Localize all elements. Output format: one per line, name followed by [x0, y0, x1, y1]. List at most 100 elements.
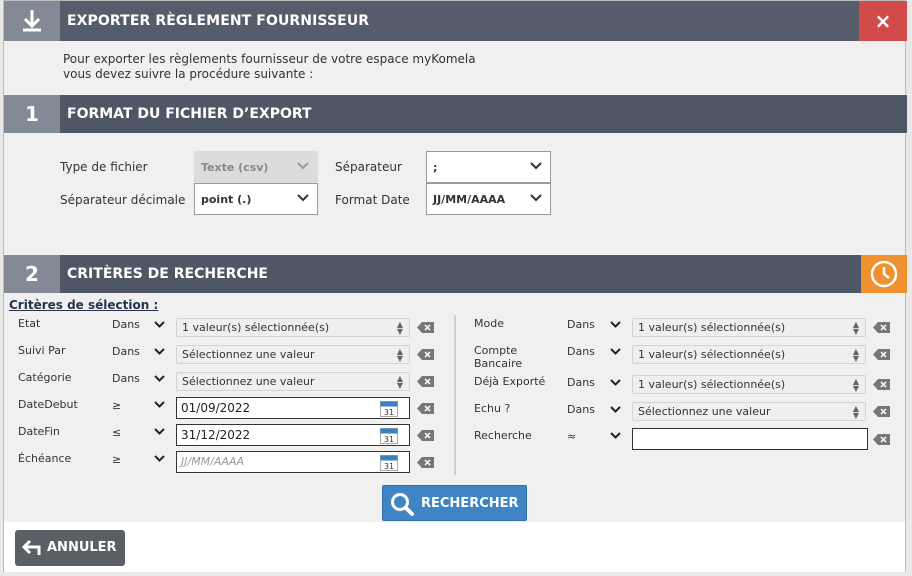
clear-icon[interactable]: [873, 322, 890, 333]
etat-operator[interactable]: Dans: [112, 318, 140, 331]
sort-arrows-icon: ▲ ▼: [396, 320, 403, 336]
sort-arrows-icon: ▲ ▼: [852, 320, 859, 336]
etat-value: 1 valeur(s) sélectionnée(s): [182, 321, 330, 334]
categorie-multiselect[interactable]: Sélectionnez une valeur ▲ ▼: [176, 372, 410, 391]
clear-icon[interactable]: [417, 457, 434, 468]
sort-arrows-icon: ▲ ▼: [396, 347, 403, 363]
file-type-select: Texte (csv): [194, 151, 318, 183]
date-fin-value: 31/12/2022: [181, 428, 251, 442]
sort-arrows-icon: ▲ ▼: [852, 347, 859, 363]
column-divider: [454, 315, 456, 475]
categorie-label: Catégorie: [18, 371, 72, 384]
compte-bancaire-operator[interactable]: Dans: [567, 345, 595, 358]
calendar-day: 31: [384, 435, 394, 444]
criteria-title: Critères de sélection :: [9, 298, 159, 312]
chevron-down-icon: [297, 194, 309, 202]
clear-icon[interactable]: [417, 349, 434, 360]
date-format-label: Format Date: [335, 193, 410, 207]
clear-icon[interactable]: [873, 349, 890, 360]
deja-exporte-operator[interactable]: Dans: [567, 376, 595, 389]
date-debut-value: 01/09/2022: [181, 401, 251, 415]
etat-label: Etat: [18, 317, 41, 330]
compte-bancaire-multiselect[interactable]: 1 valeur(s) sélectionnée(s) ▲ ▼: [632, 345, 866, 364]
mode-value: 1 valeur(s) sélectionnée(s): [638, 321, 786, 334]
date-fin-label: DateFin: [18, 425, 60, 438]
clear-icon[interactable]: [417, 430, 434, 441]
chevron-down-icon[interactable]: [610, 348, 621, 355]
deja-exporte-label: Déjà Exporté: [474, 375, 546, 388]
compte-bancaire-label-line1: Compte: [474, 344, 518, 357]
clear-icon[interactable]: [417, 322, 434, 333]
file-type-value: Texte (csv): [201, 161, 269, 174]
categorie-operator[interactable]: Dans: [112, 372, 140, 385]
deja-exporte-multiselect[interactable]: 1 valeur(s) sélectionnée(s) ▲ ▼: [632, 375, 866, 394]
dialog-title: EXPORTER RÈGLEMENT FOURNISSEUR: [67, 13, 370, 29]
etat-multiselect[interactable]: 1 valeur(s) sélectionnée(s) ▲ ▼: [176, 318, 410, 337]
close-icon: ×: [874, 9, 892, 33]
echu-multiselect[interactable]: Sélectionnez une valeur ▲ ▼: [632, 402, 866, 421]
search-button[interactable]: RECHERCHER: [382, 485, 527, 521]
download-icon: [4, 1, 60, 41]
clear-icon[interactable]: [873, 379, 890, 390]
search-icon: [391, 493, 414, 516]
recherche-input[interactable]: [632, 428, 868, 450]
suivi-par-value: Sélectionnez une valeur: [182, 348, 315, 361]
cancel-button-label: ANNULER: [47, 540, 117, 555]
back-arrow-icon: [22, 540, 41, 555]
clock-icon: [870, 260, 898, 288]
echu-operator[interactable]: Dans: [567, 403, 595, 416]
intro-line-2: vous devez suivre la procédure suivante …: [63, 67, 314, 81]
history-button[interactable]: [861, 255, 907, 293]
decimal-separator-select[interactable]: point (.): [194, 183, 318, 215]
chevron-down-icon[interactable]: [610, 406, 621, 413]
echeance-operator[interactable]: ≥: [112, 453, 121, 466]
compte-bancaire-label-line2: Bancaire: [474, 357, 523, 370]
deja-exporte-value: 1 valeur(s) sélectionnée(s): [638, 378, 786, 391]
mode-multiselect[interactable]: 1 valeur(s) sélectionnée(s) ▲ ▼: [632, 318, 866, 337]
chevron-down-icon[interactable]: [610, 432, 621, 439]
echeance-input[interactable]: JJ/MM/AAAA: [176, 451, 410, 473]
clear-icon[interactable]: [417, 403, 434, 414]
section-title: CRITÈRES DE RECHERCHE: [67, 266, 268, 282]
intro-line-1: Pour exporter les règlements fournisseur…: [63, 52, 476, 66]
date-debut-input[interactable]: 01/09/2022: [176, 397, 410, 419]
suivi-par-multiselect[interactable]: Sélectionnez une valeur ▲ ▼: [176, 345, 410, 364]
clear-icon[interactable]: [873, 406, 890, 417]
date-debut-operator[interactable]: ≥: [112, 399, 121, 412]
date-format-select[interactable]: JJ/MM/AAAA: [426, 183, 551, 215]
date-fin-operator[interactable]: ≤: [112, 426, 121, 439]
close-button[interactable]: ×: [859, 1, 907, 41]
chevron-down-icon[interactable]: [154, 455, 165, 462]
categorie-value: Sélectionnez une valeur: [182, 375, 315, 388]
chevron-down-icon[interactable]: [154, 428, 165, 435]
chevron-down-icon[interactable]: [154, 348, 165, 355]
chevron-down-icon[interactable]: [154, 401, 165, 408]
dialog-titlebar: EXPORTER RÈGLEMENT FOURNISSEUR ×: [4, 1, 907, 41]
compte-bancaire-value: 1 valeur(s) sélectionnée(s): [638, 348, 786, 361]
chevron-down-icon[interactable]: [154, 321, 165, 328]
clear-icon[interactable]: [873, 434, 890, 445]
calendar-icon[interactable]: 31: [380, 455, 398, 475]
clear-icon[interactable]: [417, 376, 434, 387]
sort-arrows-icon: ▲ ▼: [396, 374, 403, 390]
calendar-icon[interactable]: 31: [380, 428, 398, 448]
suivi-par-operator[interactable]: Dans: [112, 345, 140, 358]
chevron-down-icon[interactable]: [154, 375, 165, 382]
calendar-icon[interactable]: 31: [380, 401, 398, 421]
sort-arrows-icon: ▲ ▼: [852, 404, 859, 420]
mode-operator[interactable]: Dans: [567, 318, 595, 331]
chevron-down-icon[interactable]: [610, 379, 621, 386]
section-title: FORMAT DU FICHIER D’EXPORT: [67, 106, 312, 122]
sort-arrows-icon: ▲ ▼: [852, 377, 859, 393]
compte-bancaire-label: Compte Bancaire: [474, 344, 522, 370]
cancel-button[interactable]: ANNULER: [15, 530, 125, 566]
section-search-criteria: 2 CRITÈRES DE RECHERCHE: [4, 255, 907, 293]
recherche-operator[interactable]: ≈: [567, 430, 576, 443]
date-fin-input[interactable]: 31/12/2022: [176, 424, 410, 446]
suivi-par-label: Suivi Par: [18, 344, 66, 357]
section-file-format: 1 FORMAT DU FICHIER D’EXPORT: [4, 95, 907, 133]
separator-select[interactable]: ;: [426, 151, 551, 183]
export-dialog: EXPORTER RÈGLEMENT FOURNISSEUR × Pour ex…: [3, 0, 907, 572]
chevron-down-icon[interactable]: [610, 321, 621, 328]
chevron-down-icon: [297, 162, 309, 170]
